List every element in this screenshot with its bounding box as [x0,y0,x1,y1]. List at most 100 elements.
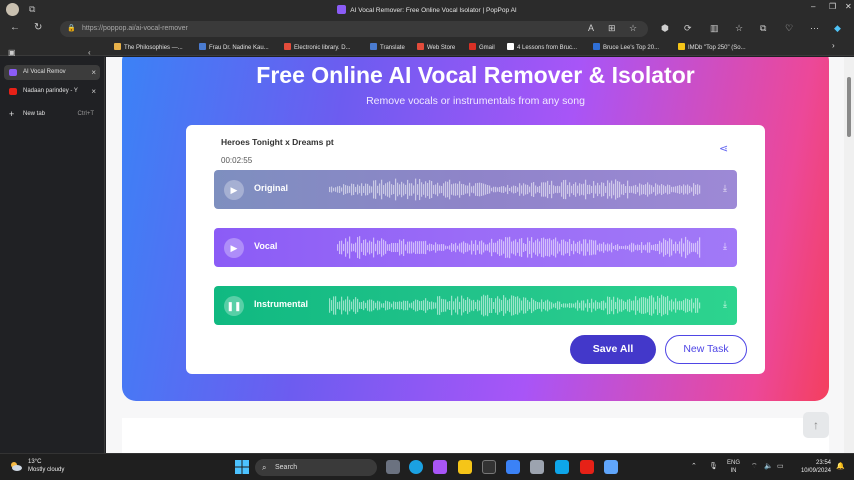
site-favicon-icon [337,5,347,14]
task-view-icon[interactable] [386,460,400,474]
close-window-button[interactable]: ✕ [845,2,852,11]
page-subtitle: Remove vocals or instrumentals from any … [366,95,585,107]
browser-essentials-icon[interactable]: ♡ [785,23,793,34]
app-icon[interactable] [506,460,520,474]
wifi-icon[interactable]: ⌔ [751,462,758,471]
refresh-extension-icon[interactable]: ⟳ [684,23,692,34]
track-vocal: ▶ Vocal ⤓ [214,228,737,267]
new-task-button[interactable]: New Task [665,335,747,364]
close-tab-icon[interactable]: × [91,65,96,80]
bookmark-item[interactable]: IMDb "Top 250" (So... [678,43,746,51]
save-all-button[interactable]: Save All [570,335,656,364]
bookmark-icon [114,43,121,50]
song-title: Heroes Tonight x Dreams pt [221,137,334,147]
plus-icon: + [9,109,15,119]
page-content: Free Online AI Vocal Remover & Isolator … [106,57,844,453]
collections-icon[interactable]: ⧉ [760,23,766,34]
page-scrollbar[interactable] [844,57,854,453]
lock-icon: 🔒 [67,25,76,32]
url-field[interactable]: 🔒 https://poppop.ai/ai-vocal-remover [60,21,648,37]
store-icon[interactable] [555,460,569,474]
minimize-button[interactable]: – [811,2,815,11]
bookmark-item[interactable]: Translate [370,43,405,51]
share-icon[interactable]: ⋖ [719,142,728,155]
microphone-icon[interactable]: 🎙 [709,462,718,470]
bookmark-icon [469,43,476,50]
file-explorer-icon[interactable] [458,460,472,474]
favorites-icon[interactable]: ☆ [735,23,743,34]
app-icon[interactable] [604,460,618,474]
app-available-icon[interactable]: ⊞ [608,23,616,34]
waveform[interactable] [329,292,701,319]
youtube-app-icon[interactable] [580,460,594,474]
taskbar-search[interactable]: ⌕ Search [255,459,377,476]
window-title-text: AI Vocal Remover: Free Online Vocal Isol… [350,7,517,14]
split-screen-icon[interactable]: ▥ [710,23,719,34]
scroll-to-top-icon[interactable]: ↑ [803,412,829,438]
next-section [122,418,829,453]
copilot-icon[interactable]: ◆ [834,23,841,34]
bookmark-icon [593,43,600,50]
bookmark-icon [507,43,514,50]
close-tab-icon[interactable]: × [91,84,96,99]
title-bar: ⧉ AI Vocal Remover: Free Online Vocal Is… [0,0,854,19]
download-icon[interactable]: ⤓ [723,183,727,194]
back-icon[interactable]: ← [10,22,20,33]
track-label: Vocal [254,241,278,251]
play-icon[interactable]: ▶ [224,238,244,258]
bookmark-icon [370,43,377,50]
start-windows-icon[interactable] [235,460,249,474]
waveform[interactable] [329,234,701,261]
bookmark-item[interactable]: Frau Dr. Nadine Kau... [199,43,269,51]
download-icon[interactable]: ⤓ [723,299,727,310]
bookmark-item[interactable]: Gmail [469,43,495,51]
sidebar-panel-icon[interactable]: ▣ [8,48,16,57]
notifications-icon[interactable]: 🔔 [836,462,845,470]
clock[interactable]: 23:54 10/09/2024 [793,459,831,475]
bookmark-item[interactable]: Web Store [417,43,455,51]
track-instrumental: ❚❚ Instrumental ⤓ [214,286,737,325]
language-indicator[interactable]: ENG IN [727,459,740,475]
bookmark-icon [678,43,685,50]
settings-menu-icon[interactable]: ⋯ [810,23,819,34]
track-label: Original [254,183,289,193]
track-label: Instrumental [254,299,309,309]
track-original: ▶ Original ⤓ [214,170,737,209]
url-text: https://poppop.ai/ai-vocal-remover [82,25,188,32]
edge-browser-icon[interactable] [409,460,423,474]
bookmark-item[interactable]: 4 Lessons from Bruc... [507,43,577,51]
read-aloud-icon[interactable]: A [588,23,594,33]
tab-label: Nadaan parindey - Y [23,88,78,94]
song-duration: 00:02:55 [221,156,253,165]
extension-icon[interactable]: ⬢ [661,23,669,34]
new-tab-button[interactable]: + New tab Ctrl+T [4,107,100,122]
waveform[interactable] [329,176,701,203]
bookmarks-overflow-icon[interactable]: › [832,41,835,50]
app-icon[interactable] [433,460,447,474]
bookmark-item[interactable]: Electronic library. D... [284,43,351,51]
refresh-icon[interactable]: ↻ [34,22,42,33]
tab-favicon-icon [9,69,17,76]
bookmarks-bar: The Philosophies —... Frau Dr. Nadine Ka… [0,39,854,56]
bookmark-item[interactable]: The Philosophies —... [114,43,183,51]
tray-overflow-icon[interactable]: ⌃ [691,462,697,470]
app-icon[interactable] [530,460,544,474]
tab-youtube[interactable]: Nadaan parindey - Y × [4,84,100,99]
new-tab-shortcut: Ctrl+T [77,111,95,117]
scrollbar-thumb[interactable] [847,77,851,137]
tab-ai-vocal-remover[interactable]: AI Vocal Remov × [4,65,100,80]
vertical-tabs-sidebar: ▣ ‹ AI Vocal Remov × Nadaan parindey - Y… [0,48,105,453]
bookmark-icon [284,43,291,50]
favorite-star-icon[interactable]: ☆ [629,23,637,34]
play-icon[interactable]: ▶ [224,180,244,200]
terminal-icon[interactable] [482,460,496,474]
battery-icon[interactable]: ▭ [777,462,784,470]
pause-icon[interactable]: ❚❚ [224,296,244,316]
download-icon[interactable]: ⤓ [723,241,727,252]
bookmark-item[interactable]: Bruce Lee's Top 20... [593,43,659,51]
collapse-sidebar-icon[interactable]: ‹ [88,48,91,57]
maximize-button[interactable]: ❐ [829,2,836,11]
volume-icon[interactable]: 🔈 [764,462,773,470]
tab-label: AI Vocal Remov [23,69,66,75]
windows-taskbar: 13°C Mostly cloudy ⌕ Search ⌃ 🎙 ENG IN ⌔ 🔈 … [0,453,854,480]
